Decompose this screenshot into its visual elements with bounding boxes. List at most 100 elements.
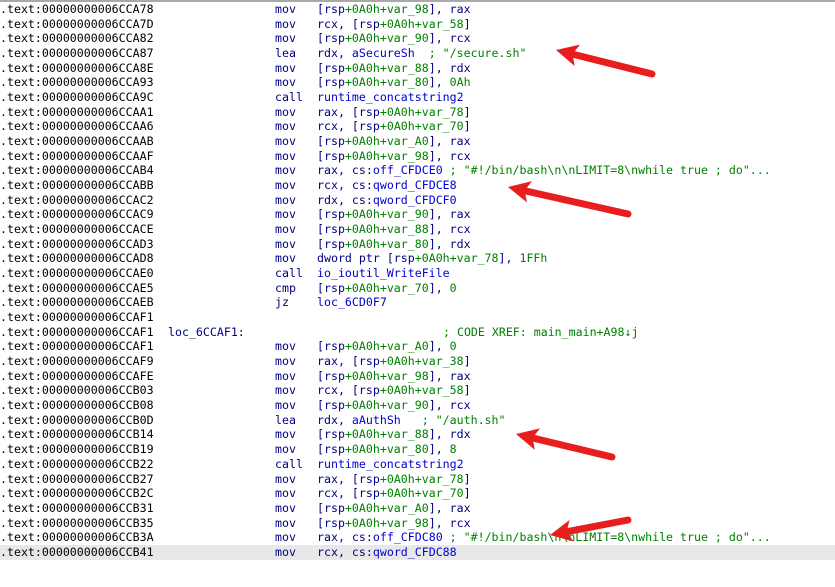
- operand-token-reg[interactable]: rdx: [317, 413, 338, 427]
- operand-token-reg[interactable]: rcx: [317, 119, 338, 133]
- disasm-row[interactable]: .text:00000000006CCB31 mov [rsp+0A0h+var_A…: [0, 501, 835, 516]
- operand-token-name[interactable]: loc_6CD0F7: [317, 295, 387, 309]
- instruction-operands[interactable]: [rsp+0A0h+var_98], rax: [317, 2, 471, 17]
- instruction-operands[interactable]: [rsp+0A0h+var_88], rcx: [317, 222, 471, 237]
- disasm-row[interactable]: .text:00000000006CCA8E mov [rsp+0A0h+var_8…: [0, 61, 835, 76]
- disasm-row[interactable]: .text:00000000006CCB27 mov rax, [rsp+0A0h+…: [0, 472, 835, 487]
- instruction-operands[interactable]: [rsp+0A0h+var_80], 0Ah: [317, 75, 471, 90]
- instruction-operands[interactable]: rax, cs:off_CFDCE0 ; "#!/bin/bash\n\nLIM…: [317, 163, 771, 178]
- instruction-operands[interactable]: [rsp+0A0h+var_88], rdx: [317, 427, 471, 442]
- instruction-operands[interactable]: rcx, [rsp+0A0h+var_58]: [317, 383, 471, 398]
- operand-token-reg[interactable]: rcx: [317, 383, 338, 397]
- disasm-row[interactable]: .text:00000000006CCAEB jz loc_6CD0F7: [0, 295, 835, 310]
- disasm-row[interactable]: .text:00000000006CCAF1 loc_6CCAF1: ; CODE …: [0, 325, 835, 340]
- operand-token-reg[interactable]: rdx: [450, 427, 471, 441]
- operand-token-reg[interactable]: rsp: [324, 237, 345, 251]
- code-xref-comment[interactable]: ; CODE XREF: main_main+A98↓j: [443, 325, 638, 340]
- disasm-row[interactable]: .text:00000000006CCB0D lea rdx, aAuthSh ; …: [0, 413, 835, 428]
- instruction-operands[interactable]: [rsp+0A0h+var_90], rcx: [317, 398, 471, 413]
- operand-token-reg[interactable]: rax: [317, 354, 338, 368]
- instruction-operands[interactable]: rcx, [rsp+0A0h+var_70]: [317, 486, 471, 501]
- operand-token-reg[interactable]: rax: [317, 472, 338, 486]
- instruction-operands[interactable]: [rsp+0A0h+var_98], rcx: [317, 149, 471, 164]
- instruction-operands[interactable]: io_ioutil_WriteFile: [317, 266, 450, 281]
- instruction-operands[interactable]: dword ptr [rsp+0A0h+var_78], 1FFh: [317, 251, 547, 266]
- instruction-operands[interactable]: [rsp+0A0h+var_A0], rax: [317, 501, 471, 516]
- disasm-row[interactable]: .text:00000000006CCAD3 mov [rsp+0A0h+var_8…: [0, 237, 835, 252]
- disasm-row[interactable]: .text:00000000006CCB03 mov rcx, [rsp+0A0h+…: [0, 383, 835, 398]
- instruction-operands[interactable]: [rsp+0A0h+var_80], 8: [317, 442, 457, 457]
- operand-token-reg[interactable]: rcx: [317, 545, 338, 559]
- operand-token-reg[interactable]: rax: [450, 2, 471, 16]
- operand-token-reg[interactable]: rsp: [324, 427, 345, 441]
- operand-token-reg[interactable]: rsp: [324, 222, 345, 236]
- disasm-row[interactable]: .text:00000000006CCAA1 mov rax, [rsp+0A0h+…: [0, 105, 835, 120]
- operand-token-reg[interactable]: rsp: [394, 251, 415, 265]
- disasm-row[interactable]: .text:00000000006CCAA6 mov rcx, [rsp+0A0h+…: [0, 119, 835, 134]
- operand-token-reg[interactable]: rsp: [324, 339, 345, 353]
- operand-token-reg[interactable]: cs:: [352, 178, 373, 192]
- operand-token-reg[interactable]: rsp: [359, 105, 380, 119]
- disasm-row[interactable]: .text:00000000006CCB35 mov [rsp+0A0h+var_9…: [0, 516, 835, 531]
- operand-token-reg[interactable]: rsp: [324, 149, 345, 163]
- instruction-operands[interactable]: rax, [rsp+0A0h+var_78]: [317, 472, 471, 487]
- operand-token-reg[interactable]: rdx: [317, 46, 338, 60]
- instruction-operands[interactable]: rdx, aAuthSh ; "/auth.sh": [317, 413, 506, 428]
- disasm-row[interactable]: .text:00000000006CCA7D mov rcx, [rsp+0A0h+…: [0, 17, 835, 32]
- operand-token-name[interactable]: qword_CFDC88: [373, 545, 457, 559]
- disasm-row[interactable]: .text:00000000006CCAFE mov [rsp+0A0h+var_9…: [0, 369, 835, 384]
- operand-token-reg[interactable]: rsp: [324, 207, 345, 221]
- operand-token-reg[interactable]: rdx: [317, 193, 338, 207]
- operand-token-reg[interactable]: rsp: [324, 442, 345, 456]
- operand-token-reg[interactable]: rcx: [450, 398, 471, 412]
- disasm-row[interactable]: .text:00000000006CCAE0 call io_ioutil_Writ…: [0, 266, 835, 281]
- operand-token-name[interactable]: runtime_concatstring2: [317, 90, 464, 104]
- operand-token-name[interactable]: qword_CFDCE8: [373, 178, 457, 192]
- disasm-row[interactable]: .text:00000000006CCB2C mov rcx, [rsp+0A0h+…: [0, 486, 835, 501]
- operand-token-reg[interactable]: rax: [450, 501, 471, 515]
- operand-token-reg[interactable]: cs:: [352, 193, 373, 207]
- operand-token-reg[interactable]: rsp: [359, 17, 380, 31]
- operand-token-reg[interactable]: rax: [317, 105, 338, 119]
- disasm-row[interactable]: .text:00000000006CCB3A mov rax, cs:off_CFD…: [0, 530, 835, 545]
- operand-token-reg[interactable]: rax: [317, 163, 338, 177]
- disasm-row[interactable]: .text:00000000006CCAD8 mov dword ptr [rsp+…: [0, 251, 835, 266]
- operand-token-reg[interactable]: rsp: [324, 516, 345, 530]
- operand-token-reg[interactable]: rsp: [359, 383, 380, 397]
- disasm-row[interactable]: .text:00000000006CCAAF mov [rsp+0A0h+var_9…: [0, 149, 835, 164]
- instruction-operands[interactable]: runtime_concatstring2: [317, 90, 464, 105]
- instruction-operands[interactable]: loc_6CD0F7: [317, 295, 387, 310]
- operand-token-reg[interactable]: rsp: [324, 31, 345, 45]
- instruction-operands[interactable]: rax, [rsp+0A0h+var_78]: [317, 105, 471, 120]
- operand-token-reg[interactable]: rax: [450, 369, 471, 383]
- instruction-operands[interactable]: [rsp+0A0h+var_80], rdx: [317, 237, 471, 252]
- operand-token-reg[interactable]: rdx: [450, 237, 471, 251]
- operand-token-reg[interactable]: rsp: [359, 486, 380, 500]
- operand-token-reg[interactable]: rsp: [324, 369, 345, 383]
- disasm-row-selected[interactable]: .text:00000000006CCB41 mov rcx, cs:qword_C…: [0, 544, 835, 560]
- operand-token-reg[interactable]: rax: [450, 207, 471, 221]
- instruction-operands[interactable]: [rsp+0A0h+var_88], rdx: [317, 61, 471, 76]
- instruction-operands[interactable]: rdx, cs:qword_CFDCF0: [317, 193, 457, 208]
- disasm-row[interactable]: .text:00000000006CCAAB mov [rsp+0A0h+var_A…: [0, 134, 835, 149]
- operand-token-reg[interactable]: rcx: [317, 486, 338, 500]
- operand-token-reg[interactable]: rsp: [324, 75, 345, 89]
- instruction-operands[interactable]: [rsp+0A0h+var_98], rcx: [317, 516, 471, 531]
- disasm-row[interactable]: .text:00000000006CCA9C call runtime_concat…: [0, 90, 835, 105]
- disasm-row[interactable]: .text:00000000006CCAC9 mov [rsp+0A0h+var_9…: [0, 207, 835, 222]
- instruction-operands[interactable]: rax, [rsp+0A0h+var_38]: [317, 354, 471, 369]
- code-label[interactable]: loc_6CCAF1:: [168, 325, 245, 340]
- operand-token-name[interactable]: aAuthSh: [352, 413, 401, 427]
- instruction-operands[interactable]: rcx, [rsp+0A0h+var_58]: [317, 17, 471, 32]
- operand-token-reg[interactable]: cs:: [352, 530, 373, 544]
- operand-token-reg[interactable]: cs:: [352, 545, 373, 559]
- operand-token-name[interactable]: aSecureSh: [352, 46, 415, 60]
- operand-token-reg[interactable]: rsp: [324, 61, 345, 75]
- disasm-row[interactable]: .text:00000000006CCA87 lea rdx, aSecureSh …: [0, 46, 835, 61]
- instruction-operands[interactable]: [rsp+0A0h+var_98], rax: [317, 369, 471, 384]
- operand-token-reg[interactable]: rcx: [450, 149, 471, 163]
- instruction-operands[interactable]: [rsp+0A0h+var_90], rcx: [317, 31, 471, 46]
- operand-token-name[interactable]: qword_CFDCF0: [373, 193, 457, 207]
- instruction-operands[interactable]: [rsp+0A0h+var_70], 0: [317, 281, 457, 296]
- disasm-row[interactable]: .text:00000000006CCAE5 cmp [rsp+0A0h+var_7…: [0, 281, 835, 296]
